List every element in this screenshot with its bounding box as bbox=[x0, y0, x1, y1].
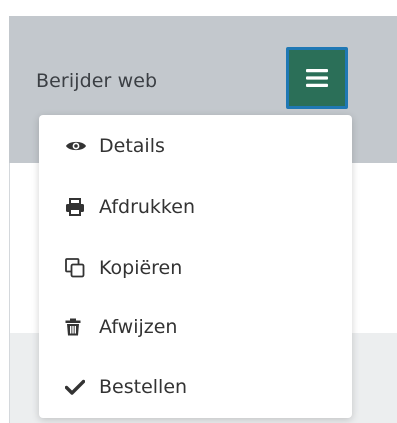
menu-item-bestellen[interactable]: Bestellen bbox=[39, 367, 352, 407]
menu-item-label: Bestellen bbox=[99, 376, 188, 398]
menu-toggle-button[interactable] bbox=[286, 47, 348, 109]
page-title: Berijder web bbox=[36, 70, 158, 92]
menu-item-label: Kopiëren bbox=[99, 257, 183, 279]
menu-item-kopieren[interactable]: Kopiëren bbox=[39, 248, 352, 288]
trash-icon bbox=[65, 318, 91, 336]
menu-item-label: Afdrukken bbox=[99, 196, 195, 218]
print-icon bbox=[65, 198, 91, 216]
check-icon bbox=[65, 379, 91, 395]
copy-icon bbox=[65, 258, 91, 278]
menu-item-details[interactable]: Details bbox=[39, 126, 352, 166]
menu-item-afdrukken[interactable]: Afdrukken bbox=[39, 187, 352, 227]
menu-item-label: Afwijzen bbox=[99, 316, 178, 338]
hamburger-icon bbox=[306, 69, 328, 87]
actions-dropdown-menu: Details Afdrukken Kopiëren Afwijzen Best… bbox=[39, 115, 352, 418]
menu-item-afwijzen[interactable]: Afwijzen bbox=[39, 307, 352, 347]
eye-icon bbox=[65, 139, 91, 153]
menu-item-label: Details bbox=[99, 135, 165, 157]
